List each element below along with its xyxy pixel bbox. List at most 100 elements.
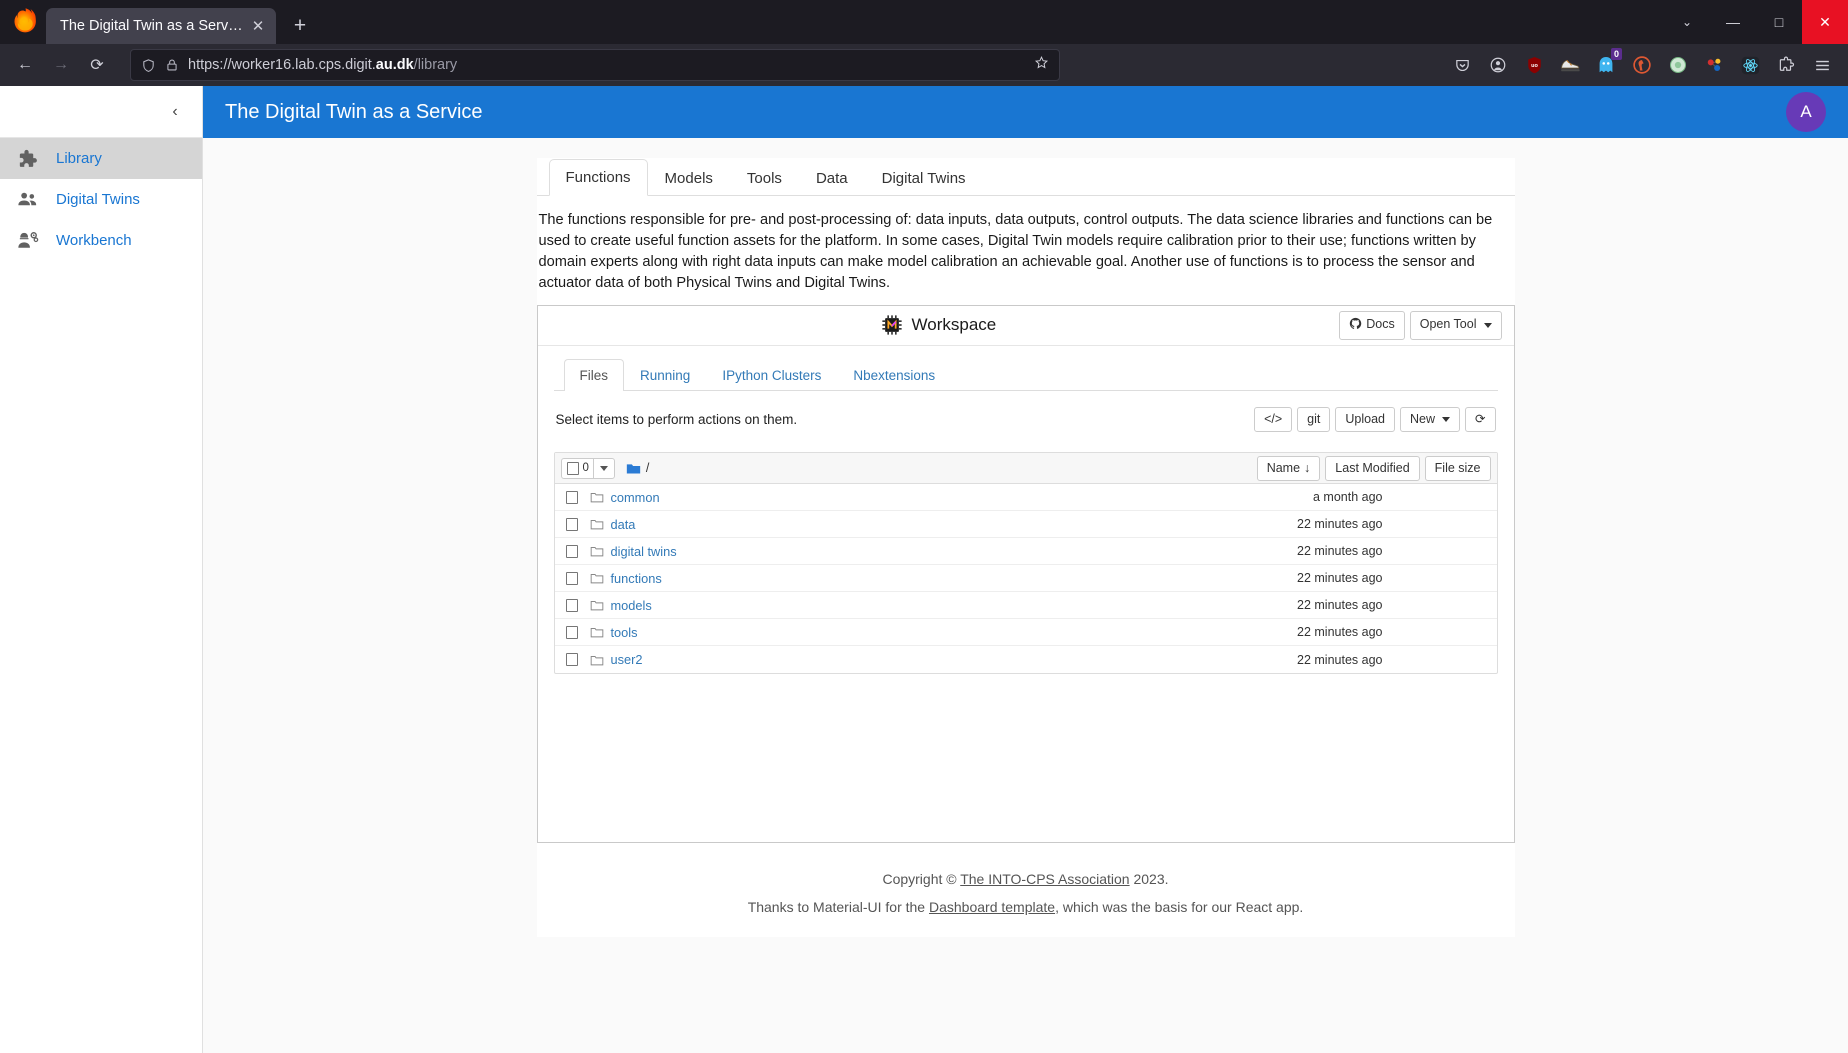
address-bar[interactable]: https://worker16.lab.cps.digit.au.dk/lib…: [130, 49, 1060, 81]
select-all-group[interactable]: 0: [560, 457, 615, 479]
ghost-extension-icon[interactable]: 0: [1591, 48, 1622, 80]
table-row[interactable]: user2 22 minutes ago: [555, 646, 1497, 673]
tab-close-icon[interactable]: ✕: [249, 17, 267, 35]
close-window-button[interactable]: ✕: [1802, 0, 1848, 44]
sidebar-item-workbench[interactable]: Workbench: [0, 220, 202, 261]
column-file-size[interactable]: File size: [1424, 455, 1491, 482]
sidebar-collapse-button[interactable]: ‹: [162, 99, 188, 125]
table-row[interactable]: models 22 minutes ago: [554, 592, 1497, 620]
tab-functions[interactable]: Functions: [548, 159, 648, 196]
jupyter-toolbar: Select items to perform actions on them.…: [554, 406, 1498, 433]
file-modified: 22 minutes ago: [1297, 544, 1383, 559]
folder-icon: [590, 518, 604, 530]
breadcrumb[interactable]: /: [646, 461, 649, 475]
svg-text:uo: uo: [1531, 63, 1538, 69]
react-devtools-icon[interactable]: [1735, 50, 1765, 80]
sidebar-nav-list: Library Digital Twins Workbench: [0, 138, 202, 261]
file-modified: 22 minutes ago: [1297, 571, 1383, 586]
new-tab-button[interactable]: +: [284, 10, 316, 42]
file-modified: 22 minutes ago: [1297, 598, 1383, 613]
selection-hint: Select items to perform actions on them.: [555, 412, 798, 427]
row-checkbox[interactable]: [561, 625, 583, 639]
select-all-checkbox[interactable]: 0: [562, 461, 593, 475]
window-controls: ⌄ — □ ✕: [1664, 0, 1848, 44]
row-checkbox[interactable]: [561, 571, 583, 585]
row-checkbox[interactable]: [561, 517, 583, 531]
maximize-button[interactable]: □: [1756, 0, 1802, 44]
file-name-link[interactable]: common: [611, 490, 660, 505]
row-checkbox[interactable]: [561, 490, 583, 504]
duckduckgo-icon[interactable]: [1627, 50, 1657, 80]
file-name-link[interactable]: user2: [611, 652, 643, 667]
folder-icon: [590, 626, 604, 638]
file-modified: a month ago: [1313, 490, 1383, 505]
reload-button[interactable]: ⟳: [80, 49, 114, 81]
avatar[interactable]: A: [1786, 92, 1826, 132]
workspace-card-header: Workspace Docs Open Tool: [537, 306, 1514, 346]
sidebar-item-library[interactable]: Library: [0, 138, 202, 179]
open-tool-button[interactable]: Open Tool: [1409, 310, 1502, 340]
ghost-extension-badge: 0: [1610, 48, 1622, 60]
ublock-origin-icon[interactable]: uo: [1519, 50, 1549, 80]
sidebar-header: ‹: [0, 86, 202, 138]
upload-button[interactable]: Upload: [1335, 406, 1395, 433]
code-button[interactable]: </>: [1254, 406, 1293, 433]
column-last-modified[interactable]: Last Modified: [1325, 455, 1420, 482]
pocket-icon[interactable]: [1447, 50, 1477, 80]
molecule-extension-icon[interactable]: [1699, 50, 1729, 80]
jupyter-tab-ipython-clusters[interactable]: IPython Clusters: [706, 359, 837, 391]
tab-tools[interactable]: Tools: [730, 160, 799, 196]
bookmark-star-icon[interactable]: [1034, 55, 1049, 75]
tab-models[interactable]: Models: [648, 160, 730, 196]
content-scroll-area: Functions Models Tools Data Digital Twin…: [203, 138, 1848, 1053]
select-dropdown-caret-icon[interactable]: [594, 465, 614, 471]
sidebar-item-digital-twins[interactable]: Digital Twins: [0, 179, 202, 220]
browser-tabstrip: The Digital Twin as a Service ✕ + ⌄ — □ …: [0, 0, 1848, 44]
column-name[interactable]: Name ↓: [1256, 455, 1321, 482]
back-button[interactable]: ←: [8, 49, 42, 81]
workspace-title: Workspace: [911, 315, 997, 335]
account-icon[interactable]: [1483, 50, 1513, 80]
app-menu-icon[interactable]: [1807, 50, 1837, 80]
browser-tab-active[interactable]: The Digital Twin as a Service ✕: [46, 8, 276, 44]
checkbox-box: [566, 461, 579, 475]
git-button[interactable]: git: [1297, 406, 1331, 433]
row-checkbox[interactable]: [561, 598, 583, 612]
jupyter-tab-nbextensions[interactable]: Nbextensions: [837, 359, 951, 391]
github-icon: [1349, 317, 1362, 334]
row-checkbox[interactable]: [561, 544, 583, 558]
refresh-button[interactable]: ⟳: [1465, 406, 1496, 433]
browser-window: The Digital Twin as a Service ✕ + ⌄ — □ …: [0, 0, 1848, 1053]
jupyter-tab-files[interactable]: Files: [563, 358, 625, 391]
dashboard-template-link[interactable]: Dashboard template: [929, 899, 1055, 915]
credit-prefix: Thanks to Material-UI for the: [747, 898, 929, 915]
minimize-button[interactable]: —: [1710, 0, 1756, 44]
folder-icon: [590, 545, 604, 557]
table-row[interactable]: digital twins 22 minutes ago: [554, 538, 1497, 566]
sneaker-extension-icon[interactable]: [1555, 50, 1585, 80]
tab-list-chevron-icon[interactable]: ⌄: [1664, 0, 1710, 44]
tab-digital-twins[interactable]: Digital Twins: [865, 160, 983, 196]
file-name-link[interactable]: functions: [611, 571, 662, 586]
firefox-logo-icon: [10, 7, 40, 37]
file-name-link[interactable]: digital twins: [611, 544, 677, 559]
credit-suffix: , which was the basis for our React app.: [1055, 898, 1304, 915]
file-name-link[interactable]: tools: [611, 625, 638, 640]
credit-line: Thanks to Material-UI for the Dashboard …: [537, 899, 1515, 915]
file-name-link[interactable]: models: [611, 598, 652, 613]
extensions-puzzle-icon[interactable]: [1771, 50, 1801, 80]
table-row[interactable]: data 22 minutes ago: [554, 511, 1497, 539]
green-circle-extension-icon[interactable]: [1663, 50, 1693, 80]
tab-data[interactable]: Data: [799, 160, 865, 196]
folder-icon: [590, 599, 604, 611]
row-checkbox[interactable]: [561, 653, 583, 667]
into-cps-link[interactable]: The INTO-CPS Association: [960, 871, 1129, 887]
file-name-link[interactable]: data: [611, 517, 636, 532]
folder-icon: [590, 654, 604, 666]
table-row[interactable]: functions 22 minutes ago: [554, 565, 1497, 593]
table-row[interactable]: common a month ago: [554, 484, 1497, 512]
table-row[interactable]: tools 22 minutes ago: [554, 619, 1497, 647]
docs-button[interactable]: Docs: [1339, 310, 1405, 340]
new-button[interactable]: New: [1400, 406, 1461, 433]
jupyter-tab-running[interactable]: Running: [624, 359, 706, 391]
